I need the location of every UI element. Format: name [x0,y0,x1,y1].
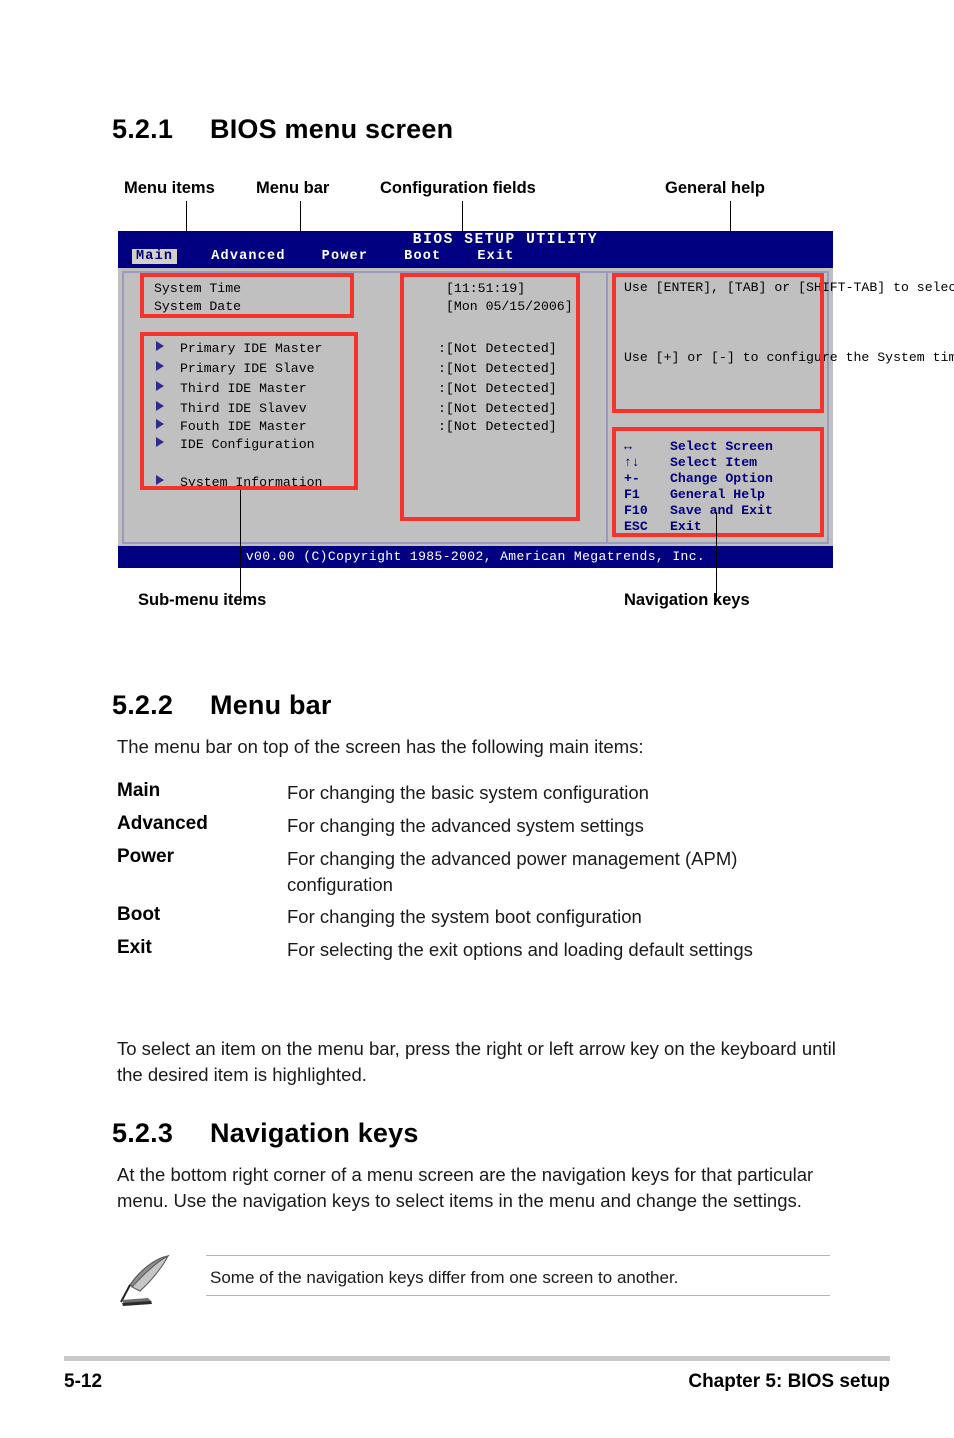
bios-panel-divider [606,273,608,542]
navkey-action: Exit [670,519,702,534]
submenu-label: Primary IDE Slave [180,361,315,376]
bios-submenu-third-ide-slave[interactable]: Third IDE Slavev [156,401,307,416]
section-number: 5.2.2 [112,690,174,720]
quill-note-icon [120,1254,170,1306]
bios-navkey-3: F1 General Help [624,487,765,502]
bios-value-third-ide-slave: :[Not Detected] [438,401,557,416]
term-boot: Boot [117,904,161,925]
term-advanced: Advanced [117,813,208,834]
callout-menu-bar: Menu bar [256,179,330,197]
submenu-label: IDE Configuration [180,437,315,452]
bios-tab-power[interactable]: Power [320,249,371,264]
bios-value-fourth-ide-master: :[Not Detected] [438,419,557,434]
navkey-action: General Help [670,487,765,502]
bios-navkey-4: F10 Save and Exit [624,503,773,518]
submenu-label: Third IDE Slavev [180,401,307,416]
bios-value-primary-ide-master: :[Not Detected] [438,341,557,356]
definition-boot: For changing the system boot configurati… [287,906,642,927]
section-title: Navigation keys [210,1118,419,1148]
bios-setup-screenshot: BIOS SETUP UTILITY Main Advanced Power B… [118,231,954,568]
navkey-key: ESC [624,519,648,534]
term-exit: Exit [117,937,152,958]
navkey-key: +- [624,471,640,486]
bios-tab-exit[interactable]: Exit [475,249,516,264]
navigation-keys-body: At the bottom right corner of a menu scr… [117,1164,814,1211]
footer-page-number: 5-12 [64,1371,103,1392]
bios-menu-bar: Main Advanced Power Boot Exit [132,249,549,264]
bios-value-third-ide-master: :[Not Detected] [438,381,557,396]
manual-page: 5.2.1 BIOS menu screen Menu items Menu ba… [0,0,954,1438]
submenu-arrow-icon [156,341,164,351]
submenu-arrow-icon [156,401,164,411]
navkey-key: ↑↓ [624,455,640,470]
leader-line-submenu-items [240,490,241,602]
section-number: 5.2.3 [112,1118,174,1148]
definition-exit: For selecting the exit options and loadi… [287,939,753,960]
callout-navigation-keys: Navigation keys [624,591,750,609]
footer-rule [64,1356,890,1361]
leader-line-navigation-keys [716,512,717,602]
bios-help-text-1: Use [ENTER], [TAB] or [SHIFT-TAB] to sel… [624,280,954,295]
navkey-action: Select Screen [670,439,773,454]
bios-navkey-5: ESC Exit [624,519,702,534]
bios-field-label-system-time[interactable]: System Time [154,281,241,296]
note-top-rule [206,1255,830,1256]
callout-configuration-fields: Configuration fields [380,179,536,197]
bios-copyright-bar: v00.00 (C)Copyright 1985-2002, American … [118,546,833,568]
bios-submenu-primary-ide-master[interactable]: Primary IDE Master [156,341,322,356]
submenu-label: Primary IDE Master [180,341,323,356]
submenu-arrow-icon [156,437,164,447]
bios-help-text-2: Use [+] or [-] to configure the System t… [624,350,954,365]
section-number: 5.2.1 [112,114,174,144]
submenu-arrow-icon [156,361,164,371]
bios-title: BIOS SETUP UTILITY [412,232,599,248]
definition-power: For changing the advanced power manageme… [287,848,738,895]
section-title: BIOS menu screen [210,114,454,144]
callout-general-help: General help [665,179,765,197]
term-power: Power [117,846,175,867]
bios-field-value-system-date[interactable]: [Mon 05/15/2006] [446,299,573,314]
bios-submenu-ide-configuration[interactable]: IDE Configuration [156,437,315,452]
bios-tab-advanced[interactable]: Advanced [209,249,287,264]
section-title: Menu bar [210,690,332,720]
navkey-action: Change Option [670,471,773,486]
bios-tab-main[interactable]: Main [132,249,178,264]
term-main: Main [117,780,161,801]
bios-navkey-0: ↔ Select Screen [624,439,773,454]
note-text: Some of the navigation keys differ from … [210,1268,679,1287]
definition-advanced: For changing the advanced system setting… [287,815,644,836]
submenu-label: Third IDE Master [180,381,307,396]
submenu-label: System Information [180,475,323,490]
note-bottom-rule [206,1295,830,1296]
bios-submenu-primary-ide-slave[interactable]: Primary IDE Slave [156,361,315,376]
bios-navkey-1: ↑↓ Select Item [624,455,757,470]
bios-navkey-2: +- Change Option [624,471,773,486]
section-heading-5-2-1: 5.2.1 BIOS menu screen [112,114,453,145]
submenu-arrow-icon [156,475,164,485]
section-heading-5-2-3: 5.2.3 Navigation keys [112,1118,419,1149]
bios-tab-boot[interactable]: Boot [402,249,443,264]
navkey-action: Select Item [670,455,758,470]
menu-bar-outro: To select an item on the menu bar, press… [117,1038,836,1085]
submenu-arrow-icon [156,419,164,429]
callout-menu-items: Menu items [124,179,215,197]
bios-submenu-third-ide-master[interactable]: Third IDE Master [156,381,307,396]
bios-submenu-system-information[interactable]: System Information [156,475,322,490]
submenu-arrow-icon [156,381,164,391]
footer-chapter: Chapter 5: BIOS setup [688,1371,890,1392]
submenu-label: Fouth IDE Master [180,419,307,434]
navkey-key: ↔ [624,439,632,454]
section-heading-5-2-2: 5.2.2 Menu bar [112,690,332,721]
navkey-key: F1 [624,487,640,502]
navkey-action: Save and Exit [670,503,773,518]
navkey-key: F10 [624,503,648,518]
bios-submenu-fourth-ide-master[interactable]: Fouth IDE Master [156,419,307,434]
bios-field-label-system-date[interactable]: System Date [154,299,241,314]
definition-main: For changing the basic system configurat… [287,782,649,803]
menu-bar-intro: The menu bar on top of the screen has th… [117,736,644,757]
bios-field-value-system-time[interactable]: [11:51:19] [446,281,525,296]
bios-value-primary-ide-slave: :[Not Detected] [438,361,557,376]
callout-submenu-items: Sub-menu items [138,591,267,609]
